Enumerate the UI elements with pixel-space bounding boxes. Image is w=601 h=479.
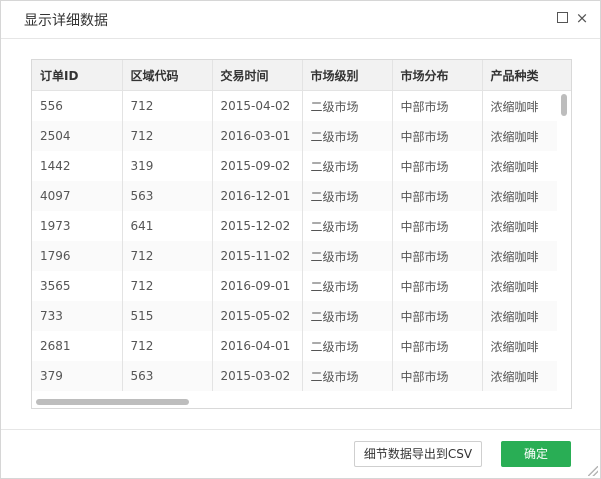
- table-cell: 556: [32, 90, 123, 121]
- table-cell: 二级市场: [302, 331, 393, 361]
- data-grid: 订单ID 区域代码 交易时间 市场级别 市场分布 产品种类 556 712 2015-04-0…: [32, 60, 571, 391]
- table-cell: 515: [122, 301, 213, 331]
- table-header-row: 订单ID 区域代码 交易时间 市场级别 市场分布 产品种类: [32, 60, 571, 91]
- table-cell: 中部市场: [392, 211, 483, 241]
- column-header[interactable]: 订单ID: [32, 60, 123, 91]
- column-header[interactable]: 市场级别: [302, 60, 393, 91]
- table-cell: 563: [122, 181, 213, 211]
- column-header[interactable]: 区域代码: [122, 60, 213, 91]
- column-header[interactable]: 市场分布: [392, 60, 483, 91]
- dialog-titlebar: 显示详细数据 ×: [1, 1, 600, 39]
- detail-data-dialog: 显示详细数据 × 订单ID 区域代码 交易时间 市场级别 市场分布 产品种类 556 712…: [0, 0, 601, 479]
- table-row[interactable]: 2504 712 2016-03-01 二级市场 中部市场 浓缩咖啡: [32, 121, 571, 151]
- table-cell: 二级市场: [302, 181, 393, 211]
- table-cell: 1973: [32, 211, 123, 241]
- table-cell: 563: [122, 361, 213, 391]
- table-row[interactable]: 1973 641 2015-12-02 二级市场 中部市场 浓缩咖啡: [32, 211, 571, 241]
- table-row[interactable]: 2681 712 2016-04-01 二级市场 中部市场 浓缩咖啡: [32, 331, 571, 361]
- table-cell: 中部市场: [392, 271, 483, 301]
- table-cell: 2681: [32, 331, 123, 361]
- table-row[interactable]: 733 515 2015-05-02 二级市场 中部市场 浓缩咖啡: [32, 301, 571, 331]
- table-row[interactable]: 379 563 2015-03-02 二级市场 中部市场 浓缩咖啡: [32, 361, 571, 391]
- table-row[interactable]: 1796 712 2015-11-02 二级市场 中部市场 浓缩咖啡: [32, 241, 571, 271]
- table-cell: 2016-04-01: [212, 331, 303, 361]
- table-cell: 二级市场: [302, 211, 393, 241]
- table-cell: 中部市场: [392, 331, 483, 361]
- horizontal-scrollbar-thumb[interactable]: [36, 399, 189, 405]
- ok-button[interactable]: 确定: [501, 441, 571, 467]
- table-cell: 中部市场: [392, 90, 483, 121]
- resize-grip-icon[interactable]: [588, 466, 598, 476]
- maximize-icon[interactable]: [556, 11, 570, 25]
- vertical-scrollbar-thumb[interactable]: [561, 94, 567, 116]
- table-body: 556 712 2015-04-02 二级市场 中部市场 浓缩咖啡 2504 712 2016-…: [32, 90, 571, 391]
- table-cell: 712: [122, 331, 213, 361]
- table-cell: 中部市场: [392, 301, 483, 331]
- detail-data-table: 订单ID 区域代码 交易时间 市场级别 市场分布 产品种类 556 712 2015-04-0…: [31, 59, 572, 409]
- table-row[interactable]: 3565 712 2016-09-01 二级市场 中部市场 浓缩咖啡: [32, 271, 571, 301]
- table-cell: 中部市场: [392, 181, 483, 211]
- table-cell: 2016-03-01: [212, 121, 303, 151]
- table-cell: 2015-04-02: [212, 90, 303, 121]
- vertical-scrollbar[interactable]: [557, 91, 571, 397]
- table-cell: 2015-11-02: [212, 241, 303, 271]
- table-cell: 中部市场: [392, 241, 483, 271]
- table-cell: 1796: [32, 241, 123, 271]
- table-cell: 641: [122, 211, 213, 241]
- table-row[interactable]: 556 712 2015-04-02 二级市场 中部市场 浓缩咖啡: [32, 90, 571, 121]
- dialog-title: 显示详细数据: [24, 13, 108, 29]
- table-cell: 二级市场: [302, 271, 393, 301]
- column-header[interactable]: 交易时间: [212, 60, 303, 91]
- table-cell: 2504: [32, 121, 123, 151]
- table-cell: 二级市场: [302, 90, 393, 121]
- table-cell: 4097: [32, 181, 123, 211]
- export-csv-button[interactable]: 细节数据导出到CSV: [354, 441, 482, 467]
- table-cell: 1442: [32, 151, 123, 181]
- table-cell: 712: [122, 121, 213, 151]
- close-icon[interactable]: ×: [575, 11, 589, 26]
- table-cell: 中部市场: [392, 361, 483, 391]
- table-cell: 二级市场: [302, 151, 393, 181]
- table-cell: 319: [122, 151, 213, 181]
- table-cell: 二级市场: [302, 241, 393, 271]
- table-cell: 中部市场: [392, 121, 483, 151]
- table-row[interactable]: 4097 563 2016-12-01 二级市场 中部市场 浓缩咖啡: [32, 181, 571, 211]
- table-cell: 2015-12-02: [212, 211, 303, 241]
- table-cell: 2015-05-02: [212, 301, 303, 331]
- table-cell: 3565: [32, 271, 123, 301]
- footer-divider: [1, 429, 600, 430]
- table-cell: 733: [32, 301, 123, 331]
- table-cell: 712: [122, 271, 213, 301]
- table-cell: 2016-12-01: [212, 181, 303, 211]
- table-cell: 2016-09-01: [212, 271, 303, 301]
- table-cell: 二级市场: [302, 121, 393, 151]
- table-row[interactable]: 1442 319 2015-09-02 二级市场 中部市场 浓缩咖啡: [32, 151, 571, 181]
- table-cell: 二级市场: [302, 301, 393, 331]
- table-cell: 712: [122, 241, 213, 271]
- table-cell: 379: [32, 361, 123, 391]
- table-cell: 2015-03-02: [212, 361, 303, 391]
- table-cell: 2015-09-02: [212, 151, 303, 181]
- horizontal-scrollbar[interactable]: [32, 396, 571, 408]
- column-header[interactable]: 产品种类: [482, 60, 571, 91]
- table-cell: 中部市场: [392, 151, 483, 181]
- table-cell: 二级市场: [302, 361, 393, 391]
- table-cell: 712: [122, 90, 213, 121]
